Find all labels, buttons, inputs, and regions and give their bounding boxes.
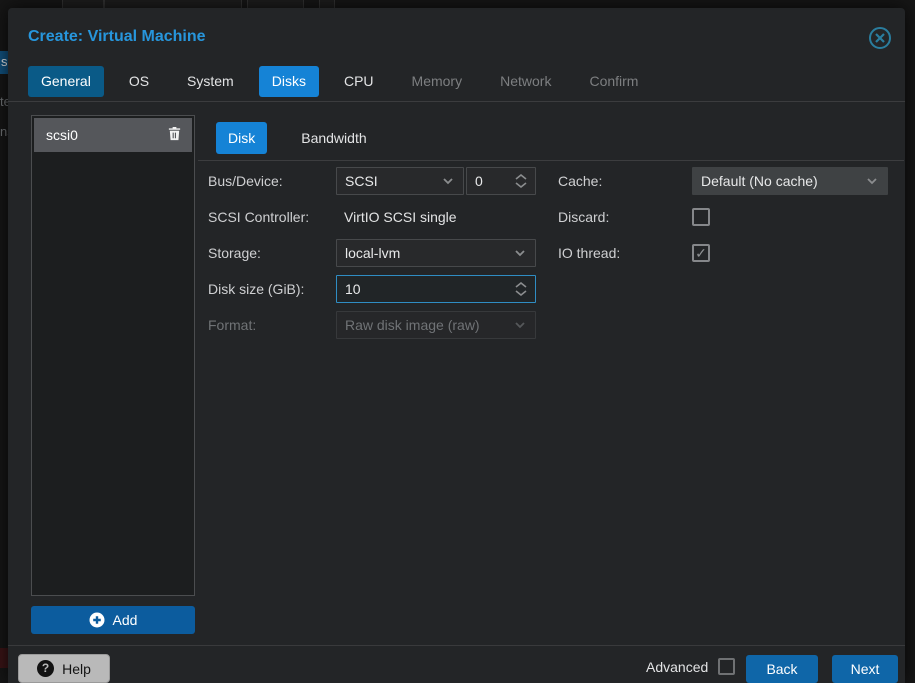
tab-general[interactable]: General — [28, 66, 104, 97]
storage-label: Storage: — [208, 245, 261, 261]
tab-network: Network — [500, 73, 552, 89]
help-button[interactable]: ? Help — [18, 654, 110, 683]
scsi-controller-value: VirtIO SCSI single — [344, 209, 457, 225]
disk-list-panel: scsi0 — [31, 115, 195, 596]
tab-disks[interactable]: Disks — [258, 66, 319, 97]
tab-system[interactable]: System — [174, 66, 247, 97]
scsi-controller-label: SCSI Controller: — [208, 209, 310, 225]
wizard-tabbar: General OS System Disks CPU Memory Netwo… — [28, 66, 651, 97]
help-button-label: Help — [62, 660, 91, 677]
next-button[interactable]: Next — [832, 655, 898, 683]
screen: s te ns Create: Virtual Machine General … — [0, 0, 915, 683]
advanced-option: Advanced — [646, 658, 736, 675]
create-vm-dialog: Create: Virtual Machine General OS Syste… — [8, 8, 905, 683]
storage-select[interactable]: local-lvm — [336, 239, 536, 267]
cache-select[interactable]: Default (No cache) — [692, 167, 888, 195]
chevron-down-icon — [515, 322, 525, 329]
close-icon[interactable] — [868, 26, 892, 50]
cache-value: Default (No cache) — [701, 173, 818, 189]
dialog-title: Create: Virtual Machine — [28, 28, 206, 45]
disk-size-value: 10 — [345, 281, 361, 297]
storage-value: local-lvm — [345, 245, 401, 261]
subtab-bar: Disk Bandwidth — [216, 122, 379, 154]
plus-circle-icon — [89, 612, 105, 628]
chevron-down-icon — [867, 178, 877, 185]
add-button[interactable]: Add — [31, 606, 195, 634]
subtab-separator — [198, 160, 904, 161]
bus-number-value: 0 — [475, 173, 483, 189]
tab-os[interactable]: OS — [116, 66, 162, 97]
format-value: Raw disk image (raw) — [345, 317, 480, 333]
disk-size-input[interactable]: 10 — [336, 275, 536, 303]
advanced-label: Advanced — [646, 658, 709, 675]
cache-label: Cache: — [558, 173, 603, 189]
discard-label: Discard: — [558, 209, 610, 225]
chevron-down-icon — [515, 250, 525, 257]
format-select: Raw disk image (raw) — [336, 311, 536, 339]
disk-item-label: scsi0 — [46, 127, 78, 143]
io-thread-checkbox[interactable]: ✓ — [692, 244, 710, 262]
disk-size-label: Disk size (GiB): — [208, 281, 305, 297]
bus-device-select[interactable]: SCSI — [336, 167, 464, 195]
footer-separator — [8, 645, 905, 646]
subtab-bandwidth[interactable]: Bandwidth — [289, 122, 378, 154]
tab-memory: Memory — [411, 73, 463, 89]
back-button[interactable]: Back — [746, 655, 818, 683]
format-label: Format: — [208, 317, 257, 333]
bus-device-label: Bus/Device: — [208, 173, 283, 189]
question-circle-icon: ? — [37, 660, 55, 677]
bus-device-value: SCSI — [345, 173, 378, 189]
bus-number-spinner[interactable]: 0 — [466, 167, 536, 195]
discard-checkbox[interactable] — [692, 208, 710, 226]
spinner-arrows-icon[interactable] — [515, 174, 527, 188]
chevron-down-icon — [443, 178, 453, 185]
add-button-label: Add — [112, 612, 138, 628]
advanced-checkbox[interactable] — [718, 658, 736, 675]
io-thread-label: IO thread: — [558, 245, 621, 261]
tabbar-separator — [8, 101, 905, 102]
tab-cpu[interactable]: CPU — [331, 66, 387, 97]
tab-confirm: Confirm — [589, 73, 639, 89]
spinner-arrows-icon[interactable] — [515, 282, 527, 296]
subtab-disk[interactable]: Disk — [216, 122, 268, 154]
trash-icon[interactable] — [167, 126, 182, 144]
disk-list-item-scsi0[interactable]: scsi0 — [34, 118, 192, 152]
